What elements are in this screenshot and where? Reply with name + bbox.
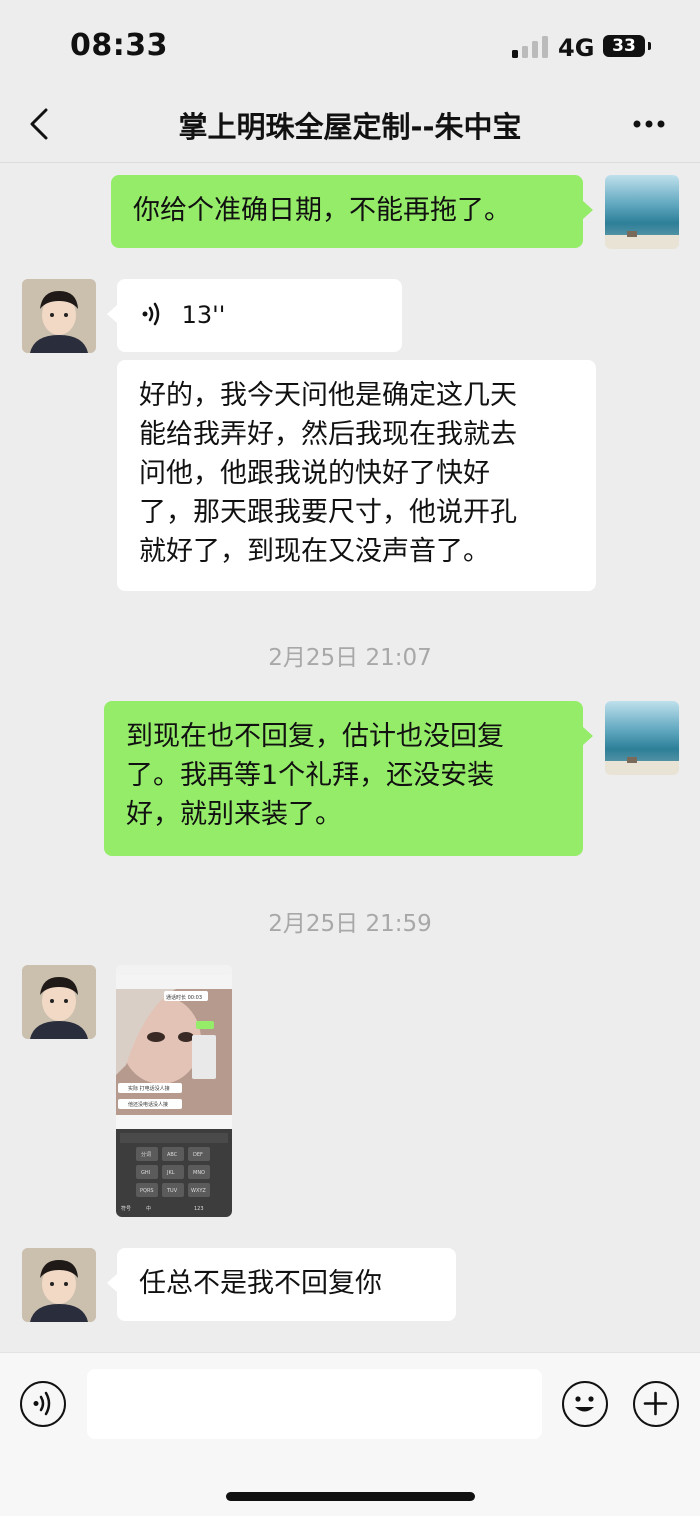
timestamp: 2月25日 21:07 — [268, 645, 432, 671]
bubble-tail — [107, 1274, 117, 1292]
message-text: 你给个准确日期，不能再拖了。 — [133, 195, 511, 226]
key: ABC — [167, 1152, 178, 1158]
key: WXYZ — [191, 1188, 206, 1194]
network-type: 4G — [558, 34, 595, 62]
message-line: 好的，我今天问他是确定这几天 — [139, 380, 517, 411]
more-dots-icon — [633, 120, 665, 128]
battery-icon: 33 — [603, 35, 645, 57]
message-input[interactable] — [87, 1369, 542, 1439]
key: 符号 — [121, 1205, 131, 1212]
emoji-button[interactable] — [562, 1381, 608, 1427]
voice-input-button[interactable] — [20, 1381, 66, 1427]
chat-title: 掌上明珠全屋定制--朱中宝 — [178, 110, 522, 144]
message-bubble-other[interactable]: 好的，我今天问他是确定这几天 能给我弄好，然后我现在我就去 问他，他跟我说的快好… — [117, 360, 596, 591]
message-line: 了，那天跟我要尺寸，他说开孔 — [139, 497, 517, 528]
key: 中 — [146, 1205, 151, 1212]
key: DEF — [193, 1152, 203, 1158]
key: MNO — [193, 1170, 205, 1176]
add-button[interactable] — [633, 1381, 679, 1427]
avatar-image — [605, 231, 679, 249]
message-text: 任总不是我不回复你 — [139, 1268, 382, 1299]
key: GHI — [141, 1170, 150, 1176]
avatar-image — [22, 965, 96, 1039]
self-avatar[interactable] — [605, 175, 679, 249]
self-avatar[interactable] — [605, 701, 679, 775]
screenshot-thumbnail: 通话时长 00:03 实际 打电话没人接 他还没电话没人接 分词 ABC DEF… — [116, 965, 232, 1217]
image-message[interactable]: 通话时长 00:03 实际 打电话没人接 他还没电话没人接 分词 ABC DEF… — [116, 965, 232, 1217]
voice-input-icon — [33, 1391, 51, 1416]
bubble-tail — [583, 201, 593, 219]
avatar-image — [22, 1248, 96, 1322]
back-arrow-icon — [30, 108, 48, 140]
message-bubble-other[interactable]: 任总不是我不回复你 — [117, 1248, 456, 1321]
message-bubble-self[interactable]: 你给个准确日期，不能再拖了。 — [111, 175, 583, 248]
message-bubble-self[interactable]: 到现在也不回复，估计也没回复 了。我再等1个礼拜，还没安装 好，就别来装了。 — [104, 701, 583, 856]
message-line: 了。我再等1个礼拜，还没安装 — [126, 760, 495, 791]
key: JKL — [166, 1170, 175, 1176]
message-line: 就好了，到现在又没声音了。 — [139, 536, 490, 567]
battery-cap — [648, 42, 651, 50]
timestamp: 2月25日 21:59 — [268, 911, 432, 937]
home-indicator — [226, 1492, 475, 1501]
key: PQRS — [140, 1188, 154, 1194]
message-line: 问他，他跟我说的快好了快好 — [139, 458, 490, 489]
voice-duration: 13'' — [181, 301, 226, 329]
voice-wave-icon — [142, 302, 160, 325]
status-time: 08:33 — [70, 28, 168, 63]
back-button[interactable] — [22, 104, 58, 144]
thumbnail-bubble-1: 实际 打电话没人接 — [128, 1085, 170, 1092]
contact-avatar[interactable] — [22, 1248, 96, 1322]
message-line: 到现在也不回复，估计也没回复 — [126, 721, 504, 752]
avatar-image — [605, 757, 679, 775]
contact-avatar[interactable] — [22, 279, 96, 353]
contact-avatar[interactable] — [22, 965, 96, 1039]
key: 分词 — [141, 1151, 151, 1158]
signal-icon — [512, 36, 548, 58]
thumbnail-bubble-2: 他还没电话没人接 — [128, 1101, 168, 1108]
call-label: 通话时长 00:03 — [166, 994, 202, 1001]
message-line: 能给我弄好，然后我现在我就去 — [139, 419, 517, 450]
key: TUV — [166, 1188, 178, 1194]
bubble-tail — [107, 305, 117, 323]
message-line: 好，就别来装了。 — [126, 799, 342, 830]
avatar-image — [22, 279, 96, 353]
more-button[interactable] — [624, 104, 674, 144]
voice-message[interactable]: 13'' — [117, 279, 402, 352]
add-icon — [643, 1391, 668, 1416]
bubble-tail — [583, 727, 593, 745]
emoji-icon — [575, 1396, 594, 1412]
key: 123 — [194, 1206, 204, 1212]
header-divider — [0, 162, 700, 163]
